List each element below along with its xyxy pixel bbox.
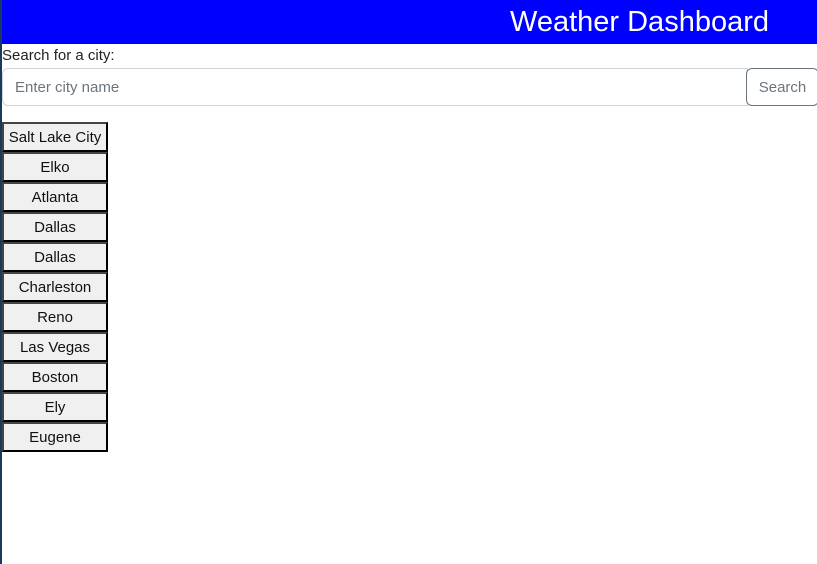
history-city-button[interactable]: Salt Lake City bbox=[2, 122, 108, 152]
history-city-button[interactable]: Dallas bbox=[2, 212, 108, 242]
history-city-button[interactable]: Elko bbox=[2, 152, 108, 182]
history-city-button[interactable]: Eugene bbox=[2, 422, 108, 452]
history-city-button[interactable]: Dallas bbox=[2, 242, 108, 272]
history-city-button[interactable]: Las Vegas bbox=[2, 332, 108, 362]
history-city-button[interactable]: Reno bbox=[2, 302, 108, 332]
city-search-input[interactable] bbox=[2, 68, 748, 106]
header-bar: Weather Dashboard bbox=[2, 0, 817, 44]
history-city-button[interactable]: Charleston bbox=[2, 272, 108, 302]
search-label: Search for a city: bbox=[2, 47, 115, 64]
history-city-button[interactable]: Ely bbox=[2, 392, 108, 422]
history-city-button[interactable]: Atlanta bbox=[2, 182, 108, 212]
page: Weather Dashboard Search for a city: Sea… bbox=[0, 0, 817, 564]
history-city-button[interactable]: Boston bbox=[2, 362, 108, 392]
page-title: Weather Dashboard bbox=[509, 6, 769, 38]
search-button[interactable]: Search bbox=[746, 68, 817, 106]
search-row: Search bbox=[2, 68, 817, 106]
search-history-list: Salt Lake City Elko Atlanta Dallas Dallas Cha… bbox=[2, 122, 110, 452]
